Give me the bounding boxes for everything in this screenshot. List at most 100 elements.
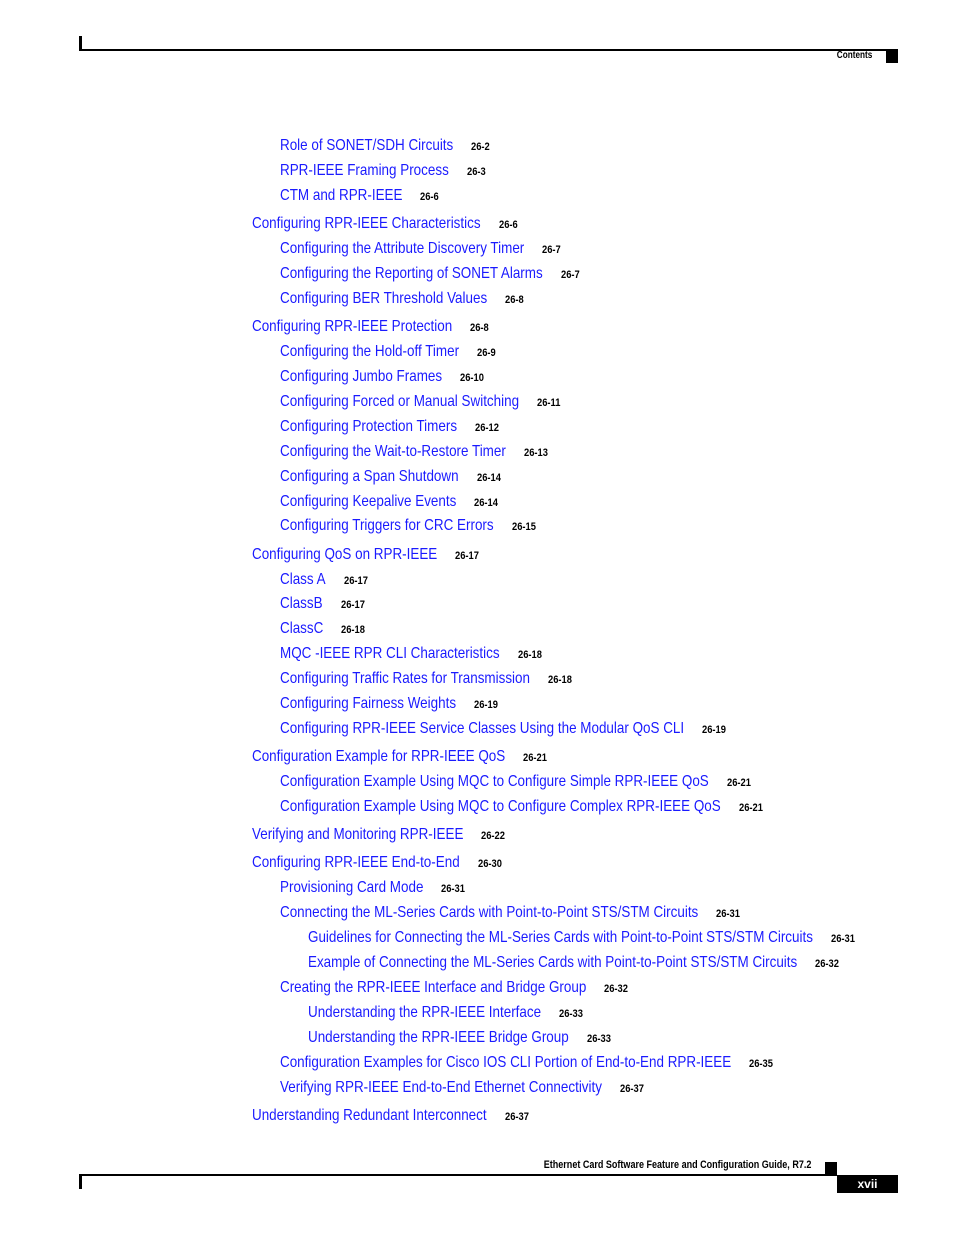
- toc-entry-link[interactable]: Configuring Traffic Rates for Transmissi…: [280, 670, 530, 688]
- toc-entry[interactable]: Configuring Forced or Manual Switching 26…: [280, 393, 565, 411]
- toc-entry-link[interactable]: Connecting the ML-Series Cards with Poin…: [280, 904, 698, 922]
- toc-entry-link[interactable]: ClassC: [280, 620, 323, 638]
- toc-entry[interactable]: Configuring RPR-IEEE Characteristics 26-6: [252, 215, 524, 233]
- toc-entry-link[interactable]: Class A: [280, 571, 326, 589]
- toc-entry[interactable]: Role of SONET/SDH Circuits 26-2: [280, 137, 490, 155]
- header-section-label: Contents: [836, 50, 872, 61]
- toc-entry-link[interactable]: Configuring a Span Shutdown: [280, 468, 459, 486]
- toc-entry-link[interactable]: Configuring Protection Timers: [280, 418, 457, 436]
- toc-entry-link[interactable]: Configuring BER Threshold Values: [280, 290, 487, 308]
- toc-entry-link[interactable]: Guidelines for Connecting the ML-Series …: [308, 929, 813, 947]
- toc-entry[interactable]: Configuring Fairness Weights 26-19: [280, 695, 498, 713]
- toc-entry-link[interactable]: Configuring Forced or Manual Switching: [280, 393, 519, 411]
- toc-entry[interactable]: Class A 26-17: [280, 571, 367, 589]
- toc-entry-link[interactable]: Understanding Redundant Interconnect: [252, 1107, 487, 1125]
- toc-entry-link[interactable]: Configuring the Attribute Discovery Time…: [280, 240, 524, 258]
- toc-entry[interactable]: ClassB 26-17: [280, 595, 364, 613]
- toc-page-number: 26-14: [474, 497, 499, 509]
- toc-entry-link[interactable]: Configuration Example for RPR-IEEE QoS: [252, 748, 505, 766]
- toc-entry[interactable]: Configuring the Reporting of SONET Alarm…: [280, 265, 593, 283]
- toc-entry[interactable]: Configuring the Attribute Discovery Time…: [280, 240, 571, 258]
- toc-entry-link[interactable]: Configuration Example Using MQC to Confi…: [280, 798, 721, 816]
- toc-entry[interactable]: Configuration Example for RPR-IEEE QoS 26…: [252, 748, 553, 766]
- toc-page-number: 26-33: [559, 1008, 583, 1020]
- toc-page-number: 26-31: [441, 883, 466, 895]
- toc-entry[interactable]: Provisioning Card Mode 26-31: [280, 879, 465, 897]
- toc-entry-link[interactable]: Configuring the Hold-off Timer: [280, 343, 459, 361]
- toc-entry[interactable]: Configuring the Hold-off Timer 26-9: [280, 343, 496, 361]
- toc-entry-link[interactable]: Configuring Triggers for CRC Errors: [280, 517, 494, 535]
- toc-entry[interactable]: Verifying and Monitoring RPR-IEEE 26-22: [252, 826, 506, 844]
- toc-page-number: 26-19: [702, 724, 727, 736]
- toc-entry-link[interactable]: Configuring QoS on RPR-IEEE: [252, 546, 437, 564]
- toc-entry[interactable]: Configuring a Span Shutdown 26-14: [280, 468, 500, 486]
- toc-entry-link[interactable]: Configuring Jumbo Frames: [280, 368, 442, 386]
- toc-entry[interactable]: MQC -IEEE RPR CLI Characteristics 26-18: [280, 645, 541, 663]
- header-marker-block: [886, 51, 898, 63]
- toc-entry[interactable]: Configuring QoS on RPR-IEEE 26-17: [252, 546, 479, 564]
- toc-entry[interactable]: Configuring RPR-IEEE Protection 26-8: [252, 318, 490, 336]
- toc-entry[interactable]: CTM and RPR-IEEE 26-6: [280, 187, 439, 205]
- toc-entry[interactable]: Connecting the ML-Series Cards with Poin…: [280, 904, 778, 922]
- toc-page-number: 26-32: [604, 983, 629, 995]
- toc-entry[interactable]: Verifying RPR-IEEE End-to-End Ethernet C…: [280, 1079, 663, 1097]
- toc-page-number: 26-3: [466, 166, 486, 178]
- toc-entry[interactable]: Creating the RPR-IEEE Interface and Brid…: [280, 979, 645, 997]
- toc-page-number: 26-14: [476, 472, 501, 484]
- toc-entry-link[interactable]: Configuring the Wait-to-Restore Timer: [280, 443, 506, 461]
- footer-marker-block: [825, 1162, 837, 1176]
- toc-page-number: 26-8: [505, 294, 524, 306]
- toc-entry-link[interactable]: Configuring RPR-IEEE End-to-End: [252, 854, 460, 872]
- toc-entry-link[interactable]: Understanding the RPR-IEEE Bridge Group: [308, 1029, 569, 1047]
- toc-entry-link[interactable]: Creating the RPR-IEEE Interface and Brid…: [280, 979, 586, 997]
- toc-entry-link[interactable]: Configuring RPR-IEEE Characteristics: [252, 215, 481, 233]
- toc-entry[interactable]: Example of Connecting the ML-Series Card…: [308, 954, 890, 972]
- toc-entry[interactable]: Configuring RPR-IEEE Service Classes Usi…: [280, 720, 761, 738]
- toc-entry-link[interactable]: MQC -IEEE RPR CLI Characteristics: [280, 645, 500, 663]
- toc-page-number: 26-18: [341, 624, 366, 636]
- toc-entry[interactable]: Configuring the Wait-to-Restore Timer 26-…: [280, 443, 549, 461]
- toc-entry[interactable]: ClassC 26-18: [280, 620, 365, 638]
- toc-entry[interactable]: Understanding the RPR-IEEE Bridge Group 2…: [308, 1029, 618, 1047]
- toc-entry[interactable]: RPR-IEEE Framing Process 26-3: [280, 162, 486, 180]
- toc-entry[interactable]: Understanding Redundant Interconnect 26-3…: [252, 1107, 531, 1125]
- toc-entry-link[interactable]: RPR-IEEE Framing Process: [280, 162, 449, 180]
- toc-page-number: 26-12: [475, 422, 499, 434]
- toc-page-number: 26-18: [517, 649, 542, 661]
- toc-entry[interactable]: Configuring Triggers for CRC Errors 26-15: [280, 517, 536, 535]
- toc-entry-link[interactable]: Example of Connecting the ML-Series Card…: [308, 954, 797, 972]
- toc-page-number: 26-19: [474, 699, 498, 711]
- toc-entry-link[interactable]: Configuring the Reporting of SONET Alarm…: [280, 265, 543, 283]
- toc-entry-link[interactable]: Configuring RPR-IEEE Service Classes Usi…: [280, 720, 684, 738]
- toc-page-number: 26-37: [504, 1111, 529, 1123]
- toc-entry[interactable]: Configuring Jumbo Frames 26-10: [280, 368, 484, 386]
- toc-entry-link[interactable]: Configuration Examples for Cisco IOS CLI…: [280, 1054, 731, 1072]
- toc-entry-link[interactable]: Provisioning Card Mode: [280, 879, 423, 897]
- toc-entry[interactable]: Understanding the RPR-IEEE Interface 26-3…: [308, 1004, 585, 1022]
- toc-entry-link[interactable]: Verifying RPR-IEEE End-to-End Ethernet C…: [280, 1079, 602, 1097]
- toc-entry[interactable]: Configuration Examples for Cisco IOS CLI…: [280, 1054, 817, 1072]
- toc-entry[interactable]: Configuring Protection Timers 26-12: [280, 418, 499, 436]
- toc-entry-link[interactable]: CTM and RPR-IEEE: [280, 187, 402, 205]
- toc-entry[interactable]: Configuration Example Using MQC to Confi…: [280, 798, 805, 816]
- toc-entry-link[interactable]: Configuring RPR-IEEE Protection: [252, 318, 452, 336]
- toc-entry[interactable]: Configuring BER Threshold Values 26-8: [280, 290, 527, 308]
- toc-page-number: 26-21: [523, 752, 548, 764]
- toc-entry-link[interactable]: Configuration Example Using MQC to Confi…: [280, 773, 709, 791]
- toc-entry-link[interactable]: Verifying and Monitoring RPR-IEEE: [252, 826, 463, 844]
- toc-page-number: 26-37: [619, 1083, 644, 1095]
- toc-page-number: 26-17: [343, 575, 368, 587]
- toc-entry-link[interactable]: Understanding the RPR-IEEE Interface: [308, 1004, 541, 1022]
- toc-entry[interactable]: Guidelines for Connecting the ML-Series …: [308, 929, 909, 947]
- toc-page-number: 26-22: [481, 830, 506, 842]
- toc-entry-link[interactable]: Configuring Keepalive Events: [280, 493, 456, 511]
- toc-page-number: 26-31: [716, 908, 741, 920]
- toc-entry-link[interactable]: Role of SONET/SDH Circuits: [280, 137, 453, 155]
- toc-entry[interactable]: Configuring Keepalive Events 26-14: [280, 493, 498, 511]
- toc-entry[interactable]: Configuring Traffic Rates for Transmissi…: [280, 670, 578, 688]
- toc-entry[interactable]: Configuring RPR-IEEE End-to-End 26-30: [252, 854, 502, 872]
- toc-page-number: 26-10: [460, 372, 485, 384]
- toc-entry-link[interactable]: ClassB: [280, 595, 323, 613]
- toc-entry[interactable]: Configuration Example Using MQC to Confi…: [280, 773, 790, 791]
- toc-entry-link[interactable]: Configuring Fairness Weights: [280, 695, 456, 713]
